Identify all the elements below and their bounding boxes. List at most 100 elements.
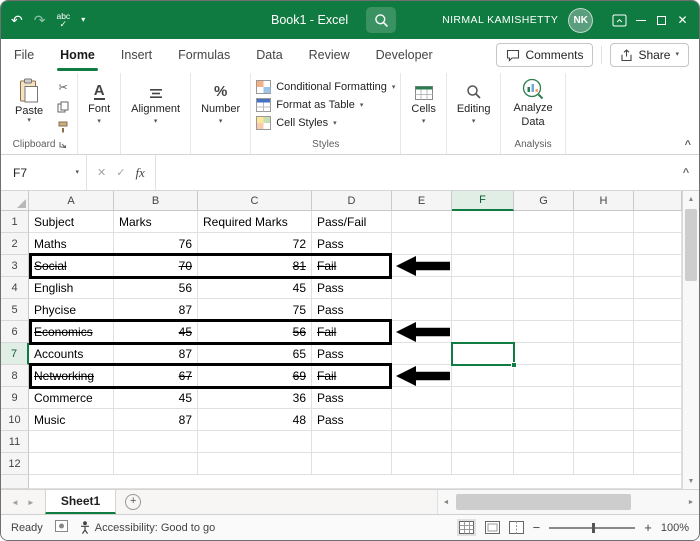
cell-B1[interactable]: Marks	[114, 211, 198, 233]
sheet-tab-sheet1[interactable]: Sheet1	[44, 490, 117, 514]
collapse-ribbon-icon[interactable]: ^	[685, 139, 691, 151]
cell-E3[interactable]	[392, 255, 452, 277]
undo-icon[interactable]: ↶	[11, 13, 23, 27]
cell-E12[interactable]	[392, 453, 452, 475]
ribbon-group-number[interactable]: % Number ▾	[191, 73, 252, 154]
row-header-9[interactable]: 9	[1, 387, 29, 409]
cell-styles-button[interactable]: Cell Styles ▾	[256, 114, 395, 131]
cell-A9[interactable]: Commerce	[29, 387, 114, 409]
avatar[interactable]: NK	[568, 7, 594, 33]
row-header-12[interactable]: 12	[1, 453, 29, 475]
cell-H7[interactable]	[574, 343, 634, 365]
cell-D11[interactable]	[312, 431, 392, 453]
comments-button[interactable]: Comments	[496, 43, 594, 67]
ribbon-group-cells[interactable]: Cells ▾	[401, 73, 447, 154]
close-button[interactable]: ✕	[672, 1, 693, 39]
cell-F7[interactable]	[452, 343, 514, 365]
cell-H1[interactable]	[574, 211, 634, 233]
zoom-slider-thumb[interactable]	[592, 522, 596, 533]
ribbon-tab-formulas[interactable]: Formulas	[165, 39, 243, 71]
conditional-formatting-button[interactable]: Conditional Formatting ▾	[256, 78, 395, 95]
scroll-left-icon[interactable]: ◄	[438, 499, 454, 506]
column-header-A[interactable]: A	[29, 191, 114, 211]
cell-E2[interactable]	[392, 233, 452, 255]
cell-B3[interactable]: 70	[114, 255, 198, 277]
cell-A3[interactable]: Social	[29, 255, 114, 277]
clipboard-group-label[interactable]: Clipboard	[8, 137, 72, 154]
cell-A6[interactable]: Economics	[29, 321, 114, 343]
horizontal-scrollbar-thumb[interactable]	[456, 494, 631, 510]
macro-record-button[interactable]	[54, 520, 68, 535]
insert-function-icon[interactable]: fx	[135, 165, 144, 181]
cell-F4[interactable]	[452, 277, 514, 299]
ribbon-tab-developer[interactable]: Developer	[363, 39, 446, 71]
cell-G1[interactable]	[514, 211, 574, 233]
cell-E8[interactable]	[392, 365, 452, 387]
zoom-out-icon[interactable]: −	[533, 520, 541, 535]
cell-C1[interactable]: Required Marks	[198, 211, 312, 233]
cell-C7[interactable]: 65	[198, 343, 312, 365]
cell-D7[interactable]: Pass	[312, 343, 392, 365]
cell-G5[interactable]	[514, 299, 574, 321]
cell-A10[interactable]: Music	[29, 409, 114, 431]
cell-B12[interactable]	[114, 453, 198, 475]
column-header-F[interactable]: F	[452, 191, 514, 211]
copy-button[interactable]	[54, 99, 72, 115]
cell-G9[interactable]	[514, 387, 574, 409]
cell-C11[interactable]	[198, 431, 312, 453]
cell-B10[interactable]: 87	[114, 409, 198, 431]
cell-F5[interactable]	[452, 299, 514, 321]
cell-E11[interactable]	[392, 431, 452, 453]
previous-sheet-icon[interactable]: ◄	[11, 498, 19, 507]
cell-F12[interactable]	[452, 453, 514, 475]
ribbon-group-editing[interactable]: Editing ▾	[447, 73, 502, 154]
cell-H9[interactable]	[574, 387, 634, 409]
ribbon-group-alignment[interactable]: Alignment ▾	[121, 73, 192, 154]
accessibility-status[interactable]: Accessibility: Good to go	[80, 521, 215, 534]
zoom-level[interactable]: 100%	[661, 522, 689, 534]
redo-icon[interactable]: ↷	[34, 13, 46, 27]
cell-B7[interactable]: 87	[114, 343, 198, 365]
cell-G2[interactable]	[514, 233, 574, 255]
cancel-icon[interactable]: ✕	[97, 166, 106, 179]
qat-customize-icon[interactable]: ▾	[81, 16, 85, 24]
ribbon-tab-file[interactable]: File	[1, 39, 47, 71]
cell-A1[interactable]: Subject	[29, 211, 114, 233]
cell-H2[interactable]	[574, 233, 634, 255]
ribbon-tab-data[interactable]: Data	[243, 39, 295, 71]
cell-C6[interactable]: 56	[198, 321, 312, 343]
cell-G3[interactable]	[514, 255, 574, 277]
ribbon-tab-home[interactable]: Home	[47, 39, 108, 71]
row-header-2[interactable]: 2	[1, 233, 29, 255]
cell-F11[interactable]	[452, 431, 514, 453]
ribbon-group-font[interactable]: A Font ▾	[78, 73, 122, 154]
cell-G7[interactable]	[514, 343, 574, 365]
column-header-H[interactable]: H	[574, 191, 634, 211]
cell-D8[interactable]: Fail	[312, 365, 392, 387]
zoom-slider[interactable]	[549, 522, 636, 533]
cell-F1[interactable]	[452, 211, 514, 233]
cell-B5[interactable]: 87	[114, 299, 198, 321]
analyze-data-button[interactable]: Analyze Data	[506, 75, 559, 128]
cell-G11[interactable]	[514, 431, 574, 453]
cut-button[interactable]: ✂	[54, 79, 72, 95]
user-name[interactable]: NIRMAL KAMISHETTY	[442, 14, 558, 26]
cell-F3[interactable]	[452, 255, 514, 277]
cell-D9[interactable]: Pass	[312, 387, 392, 409]
cell-C2[interactable]: 72	[198, 233, 312, 255]
cell-F8[interactable]	[452, 365, 514, 387]
horizontal-scrollbar[interactable]: ◄ ►	[437, 490, 699, 514]
cell-A7[interactable]: Accounts	[29, 343, 114, 365]
cell-C9[interactable]: 36	[198, 387, 312, 409]
spellcheck-icon[interactable]: abc ✓	[56, 11, 70, 28]
cell-B6[interactable]: 45	[114, 321, 198, 343]
cell-F9[interactable]	[452, 387, 514, 409]
cell-D10[interactable]: Pass	[312, 409, 392, 431]
ribbon-display-options-button[interactable]	[609, 1, 630, 39]
formula-input[interactable]	[156, 155, 673, 190]
cell-A5[interactable]: Phycise	[29, 299, 114, 321]
add-sheet-button[interactable]: +	[125, 494, 142, 510]
row-header-5[interactable]: 5	[1, 299, 29, 321]
row-header-6[interactable]: 6	[1, 321, 29, 343]
cell-E4[interactable]	[392, 277, 452, 299]
